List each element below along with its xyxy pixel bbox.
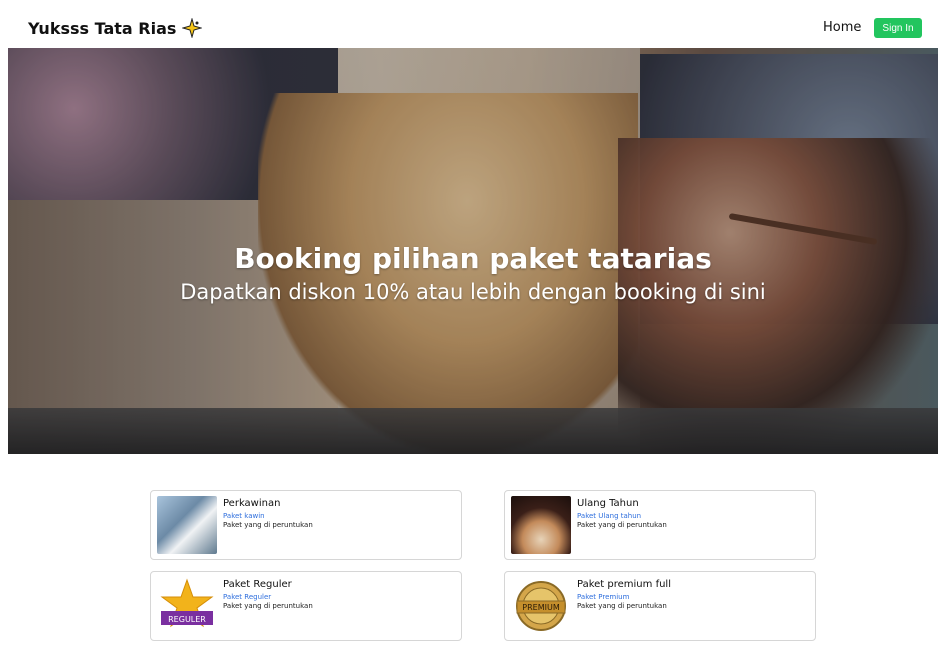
card-subtitle: Paket Reguler (223, 593, 272, 601)
sparkle-icon (181, 17, 204, 39)
card-subtitle: Paket kawin (223, 512, 265, 520)
nav-home-link[interactable]: Home (823, 20, 861, 35)
reguler-badge-icon: REGULER (157, 577, 217, 635)
card-title: Perkawinan (223, 498, 281, 509)
card-title: Ulang Tahun (577, 498, 639, 509)
premium-seal-icon: PREMIUM (511, 577, 571, 635)
birthday-cake-photo (511, 496, 571, 554)
package-card-wedding[interactable]: Perkawinan Paket kawin Paket yang di per… (150, 490, 462, 560)
hero-banner: Booking pilihan paket tatarias Dapatkan … (8, 48, 938, 454)
wedding-photo (157, 496, 217, 554)
card-subtitle: Paket Ulang tahun (577, 512, 642, 520)
brand[interactable]: Yuksss Tata Rias (28, 17, 204, 39)
sign-in-button[interactable]: Sign In (874, 18, 922, 38)
hero-subtitle: Dapatkan diskon 10% atau lebih dengan bo… (180, 280, 766, 304)
card-description: Paket yang di peruntukan (223, 602, 313, 610)
premium-badge-text: PREMIUM (522, 603, 560, 612)
package-card-premium[interactable]: PREMIUM Paket premium full Paket Premium… (504, 571, 816, 641)
card-title: Paket premium full (577, 579, 671, 590)
reguler-badge-text: REGULER (168, 615, 206, 624)
brand-title: Yuksss Tata Rias (28, 18, 177, 38)
hero-title: Booking pilihan paket tatarias (234, 242, 712, 275)
card-description: Paket yang di peruntukan (577, 602, 667, 610)
card-description: Paket yang di peruntukan (223, 521, 313, 529)
package-card-reguler[interactable]: REGULER Paket Reguler Paket Reguler Pake… (150, 571, 462, 641)
package-card-birthday[interactable]: Ulang Tahun Paket Ulang tahun Paket yang… (504, 490, 816, 560)
card-subtitle: Paket Premium (577, 593, 630, 601)
card-title: Paket Reguler (223, 579, 292, 590)
card-description: Paket yang di peruntukan (577, 521, 667, 529)
navbar: Yuksss Tata Rias Home Sign In (8, 8, 938, 49)
